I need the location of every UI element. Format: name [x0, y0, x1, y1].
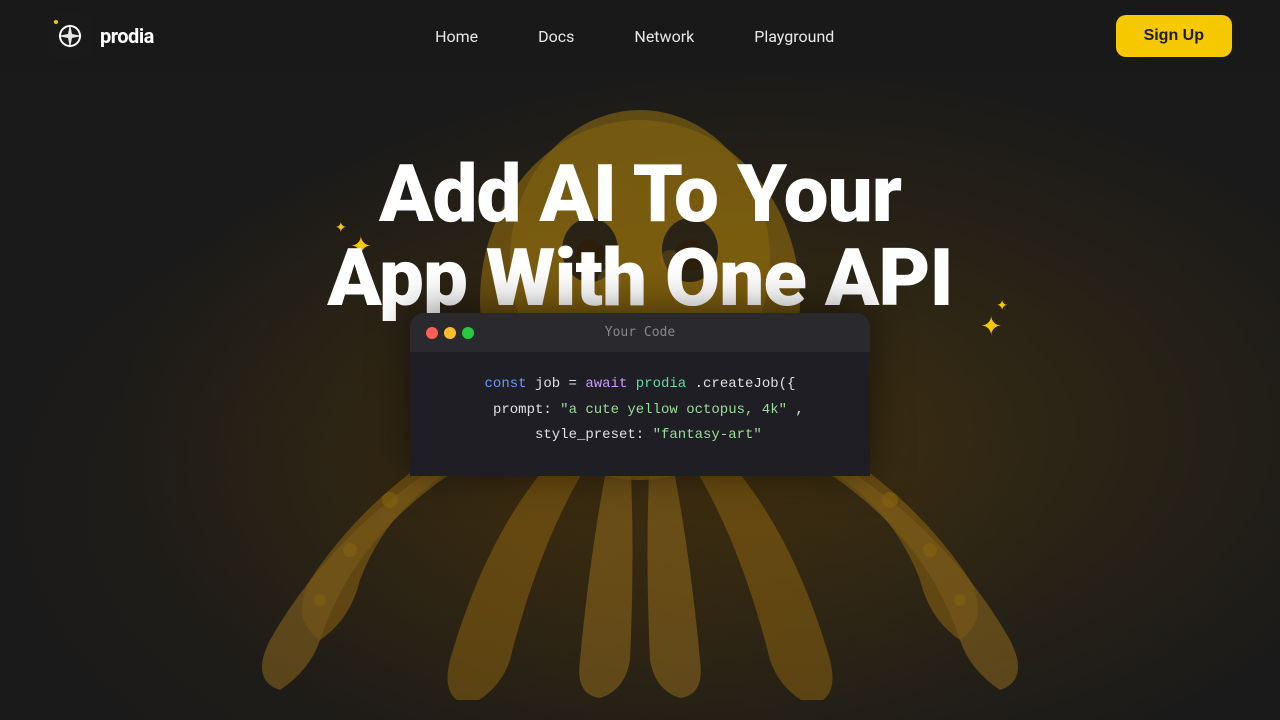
- nav-item-home[interactable]: Home: [435, 27, 478, 46]
- nav-item-playground[interactable]: Playground: [754, 27, 834, 46]
- code-body: const job = await prodia .createJob({ pr…: [410, 352, 870, 476]
- code-line-1: const job = await prodia .createJob({: [438, 372, 842, 397]
- nav-item-docs[interactable]: Docs: [538, 27, 574, 46]
- hero-title: Add AI To Your App With One API: [327, 152, 952, 320]
- code-window-title: Your Code: [605, 325, 675, 340]
- nav-item-network[interactable]: Network: [634, 27, 694, 46]
- nav-link-home[interactable]: Home: [435, 27, 478, 46]
- dot-minimize: [444, 327, 456, 339]
- logo-text: prodia: [100, 24, 154, 48]
- code-titlebar: Your Code: [410, 313, 870, 352]
- code-window: Your Code const job = await prodia .crea…: [410, 313, 870, 476]
- sparkle-right-small-icon: ✦: [996, 298, 1008, 314]
- nav-links: Home Docs Network Playground: [435, 27, 834, 46]
- nav-link-network[interactable]: Network: [634, 27, 694, 46]
- hero-section: ✦ ✦ ✦ ✦ Add AI To Your App With One API …: [0, 72, 1280, 466]
- hero-title-line1: Add AI To Your: [379, 147, 901, 241]
- sparkle-right-large-icon: ✦: [980, 312, 1002, 342]
- dot-maximize: [462, 327, 474, 339]
- signup-button[interactable]: Sign Up: [1116, 15, 1232, 57]
- dot-close: [426, 327, 438, 339]
- hero-title-line2-text: App With One API: [327, 236, 952, 320]
- nav-link-playground[interactable]: Playground: [754, 27, 834, 46]
- navbar: prodia Home Docs Network Playground Sign…: [0, 0, 1280, 72]
- hero-title-line2: App With One API: [327, 236, 952, 320]
- code-line-2: prompt: "a cute yellow octopus, 4k" ,: [438, 398, 842, 423]
- logo-icon: [48, 14, 92, 58]
- logo[interactable]: prodia: [48, 14, 154, 58]
- code-line-3: style_preset: "fantasy-art": [438, 423, 842, 448]
- window-dots: [426, 327, 474, 339]
- nav-link-docs[interactable]: Docs: [538, 27, 574, 46]
